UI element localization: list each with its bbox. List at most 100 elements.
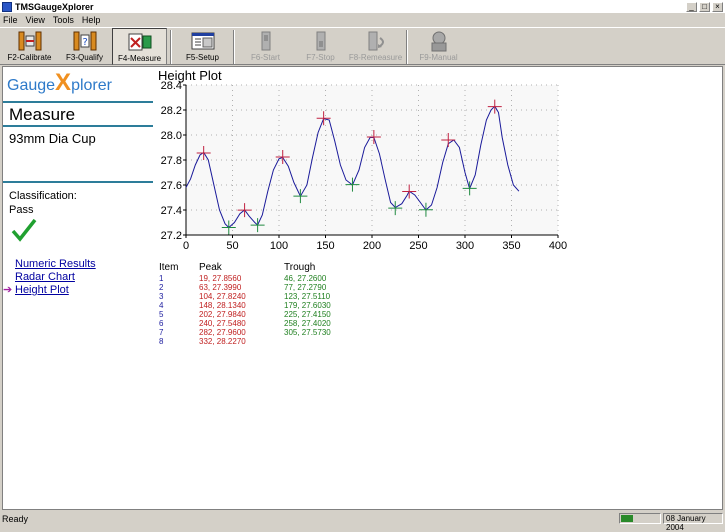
results-table: Item Peak Trough 1 19, 27.8560 46, 27.2600… [159,262,374,346]
results-peak-cell: 332, 28.2270 [199,337,246,346]
start-button[interactable]: F6-Start [238,28,293,65]
results-row: 8 332, 28.2270 [159,337,374,346]
manual-label: F9-Manual [419,53,458,62]
app-window: TMSGaugeXplorer _ □ × File View Tools He… [0,0,725,532]
part-name: 93mm Dia Cup [9,131,96,146]
divider [3,125,153,127]
setup-button[interactable]: F5-Setup [175,28,230,65]
results-peak-cell: 148, 28.1340 [199,301,246,310]
main-panel: GaugeXplorer Measure 93mm Dia Cup Classi… [2,66,723,510]
manual-icon [427,30,451,52]
header-item: Item [159,262,179,273]
status-date: 08 January 2004 [663,513,723,532]
gaugexplorer-logo: GaugeXplorer [7,69,112,96]
stop-label: F7-Stop [306,53,335,62]
x-tick-label: 350 [502,240,520,252]
title-bar: TMSGaugeXplorer _ □ × [0,0,725,14]
results-peak-cell: 240, 27.5480 [199,319,246,328]
results-peak-cell: 104, 27.8240 [199,292,246,301]
divider [3,181,153,183]
current-arrow-icon: ➔ [3,284,13,296]
results-peak-cell: 63, 27.3990 [199,283,242,292]
results-row: 1 19, 27.8560 46, 27.2600 [159,274,374,283]
measure-button[interactable]: F4-Measure [112,28,167,65]
classification-label: Classification: [9,190,77,202]
manual-button[interactable]: F9-Manual [411,28,466,65]
remeasure-button[interactable]: F8-Remeasure [348,28,403,65]
minimize-button[interactable]: _ [686,1,697,12]
menu-tools[interactable]: Tools [53,15,74,25]
menu-file[interactable]: File [3,15,18,25]
x-tick-label: 200 [363,240,381,252]
results-header: Item Peak Trough [159,262,374,274]
qualify-icon: ? [73,30,97,52]
menu-view[interactable]: View [26,15,45,25]
section-title: Measure [9,105,76,124]
x-tick-label: 150 [316,240,334,252]
x-tick-label: 0 [183,240,189,252]
y-tick-label: 27.4 [161,205,182,217]
results-row: 3 104, 27.8240 123, 27.5110 [159,292,374,301]
header-peak: Peak [199,262,222,273]
toolbar: F2-Calibrate ? F3-Qualify F4-Measure F5-… [0,27,725,65]
results-row: 2 63, 27.3990 77, 27.2790 [159,283,374,292]
results-trough-cell: 305, 27.5730 [284,328,331,337]
x-tick-label: 100 [270,240,288,252]
status-bar: Ready 08 January 2004 [0,511,725,532]
results-item-cell: 1 [159,274,164,283]
calibrate-label: F2-Calibrate [7,53,52,62]
y-tick-label: 28.0 [161,130,182,142]
y-tick-label: 28.2 [161,105,182,117]
results-trough-cell: 123, 27.5110 [284,292,331,301]
start-label: F6-Start [251,53,280,62]
toolbar-separator [406,30,408,64]
results-nav: Numeric Results Radar Chart ➔ Height Plot [3,258,96,297]
window-title: TMSGaugeXplorer [15,1,94,12]
menu-help[interactable]: Help [82,15,101,25]
measure-icon [128,31,152,53]
results-row: 4 148, 28.1340 179, 27.6030 [159,301,374,310]
results-row: 5 202, 27.9840 225, 27.4150 [159,310,374,319]
close-button[interactable]: × [712,1,723,12]
header-trough: Trough [284,262,316,273]
status-text: Ready [2,513,29,524]
results-item-cell: 7 [159,328,164,337]
y-tick-label: 27.6 [161,180,182,192]
setup-icon [191,30,215,52]
link-radar-chart[interactable]: Radar Chart [3,271,96,284]
results-item-cell: 2 [159,283,164,292]
toolbar-separator [170,30,172,64]
sidebar: GaugeXplorer Measure 93mm Dia Cup Classi… [3,67,153,509]
toolbar-separator [233,30,235,64]
results-peak-cell: 202, 27.9840 [199,310,246,319]
results-item-cell: 4 [159,301,164,310]
height-plot-chart: 27.2 27.4 27.6 27.8 28.0 28.2 28.4 0 50 100 150 200… [161,80,568,252]
calibrate-icon [18,30,42,52]
results-trough-cell: 77, 27.2790 [284,283,327,292]
menu-bar: File View Tools Help [0,14,725,26]
app-icon [2,1,12,12]
x-tick-label: 250 [409,240,427,252]
results-peak-cell: 282, 27.9600 [199,328,246,337]
stop-button[interactable]: F7-Stop [293,28,348,65]
y-tick-label: 28.4 [161,80,182,92]
remeasure-icon [364,30,388,52]
results-trough-cell: 179, 27.6030 [284,301,331,310]
calibrate-button[interactable]: F2-Calibrate [2,28,57,65]
maximize-button[interactable]: □ [699,1,710,12]
link-height-plot[interactable]: ➔ Height Plot [3,284,96,297]
classification-value: Pass [9,204,34,216]
qualify-label: F3-Qualify [66,53,103,62]
svg-text:?: ? [82,37,87,48]
remeasure-label: F8-Remeasure [348,53,403,62]
results-row: 6 240, 27.5480 258, 27.4020 [159,319,374,328]
results-item-cell: 8 [159,337,164,346]
link-numeric-results[interactable]: Numeric Results [3,258,96,271]
results-row: 7 282, 27.9600 305, 27.5730 [159,328,374,337]
status-progress [619,513,661,524]
qualify-button[interactable]: ? F3-Qualify [57,28,112,65]
results-trough-cell: 225, 27.4150 [284,310,331,319]
pass-check-icon [11,218,37,242]
y-tick-label: 27.8 [161,155,182,167]
start-icon [254,30,278,52]
